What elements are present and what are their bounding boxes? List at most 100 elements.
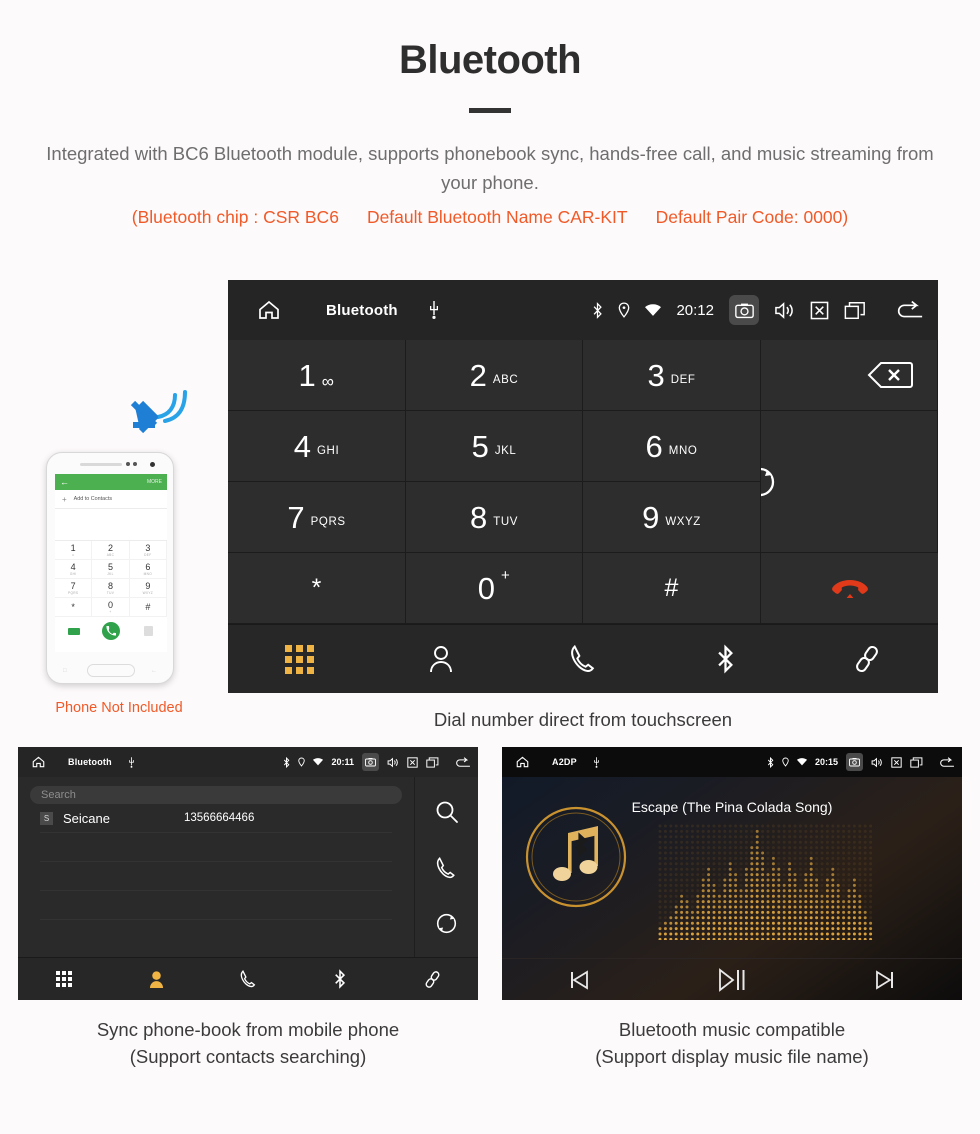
key-9[interactable]: 9 WXYZ — [583, 482, 761, 553]
key-letters: PQRS — [310, 516, 346, 528]
previous-button[interactable] — [502, 968, 655, 992]
spec-chip: (Bluetooth chip : CSR BC6 — [131, 207, 339, 227]
nav-link[interactable] — [386, 958, 478, 1000]
key-1[interactable]: 1 ∞ — [228, 340, 406, 411]
nav-dialpad[interactable] — [18, 958, 110, 1000]
phonebook-caption: Sync phone-book from mobile phone (Suppo… — [18, 1016, 478, 1070]
recents-icon[interactable] — [910, 756, 923, 768]
back-icon[interactable] — [938, 756, 955, 768]
back-icon[interactable] — [894, 300, 924, 320]
phone-camera-icon — [150, 462, 155, 467]
key-6[interactable]: 6 MNO — [583, 411, 761, 482]
phone-mockup: ← MORE + Add to Contacts 1 ∞ 2 ABC 3 DEF 4 GHI 5… — [46, 452, 174, 684]
location-icon — [298, 757, 306, 767]
nav-call-log[interactable] — [512, 625, 654, 693]
phone-key: 5 JKL — [92, 560, 130, 579]
key-number: 2 — [469, 357, 487, 393]
home-icon[interactable] — [256, 298, 282, 322]
table-row[interactable]: S Seicane 13566664466 — [40, 804, 392, 833]
recents-icon[interactable] — [426, 756, 439, 768]
phone-screen: ← MORE + Add to Contacts 1 ∞ 2 ABC 3 DEF 4 GHI 5… — [55, 474, 167, 652]
nav-contacts[interactable] — [370, 625, 512, 693]
key-number: 6 — [645, 428, 663, 464]
key-number: 9 — [642, 499, 660, 535]
phone-key: 2 ABC — [92, 541, 130, 560]
audio-visualizer — [657, 822, 877, 940]
hangup-button[interactable] — [761, 553, 938, 624]
dialer-keypad: 1 ∞ 2 ABC 3 DEF 4 GHI 5 JKL 6 MNO 7 PQRS 8 TUV 9 WXYZ * 0 + # — [228, 340, 938, 624]
clock-time: 20:12 — [676, 301, 714, 319]
bluetooth-icon — [283, 756, 290, 768]
phone-key: 7 PQRS — [55, 579, 93, 598]
music-title: A2DP — [552, 757, 577, 767]
contact-number: 13566664466 — [183, 812, 255, 824]
nav-dialpad[interactable] — [228, 625, 370, 693]
usb-icon — [128, 756, 135, 768]
phone-key: 8 TUV — [92, 579, 130, 598]
home-icon[interactable] — [31, 755, 46, 769]
contact-list: Search S Seicane 13566664466 — [18, 777, 415, 957]
call-log-icon — [240, 970, 257, 988]
music-screen: A2DP 20:15 Escape (The Pina Colada Song) — [502, 747, 962, 1000]
phone-add-contact-row: + Add to Contacts — [55, 490, 167, 509]
volume-icon[interactable] — [774, 301, 795, 320]
key-8[interactable]: 8 TUV — [406, 482, 583, 553]
camera-icon[interactable] — [729, 295, 759, 325]
contacts-icon — [148, 970, 165, 989]
volume-icon[interactable] — [871, 757, 883, 768]
key-7[interactable]: 7 PQRS — [228, 482, 406, 553]
search-input[interactable]: Search — [30, 786, 402, 804]
search-icon[interactable] — [435, 800, 459, 824]
phonebook-side-actions — [415, 777, 478, 957]
location-icon — [618, 302, 630, 318]
key-3[interactable]: 3 DEF — [583, 340, 761, 411]
home-icon[interactable] — [515, 755, 530, 769]
contacts-icon — [428, 645, 454, 673]
key-letters: JKL — [494, 445, 517, 457]
camera-icon[interactable] — [846, 753, 863, 771]
music-statusbar: A2DP 20:15 — [502, 747, 962, 777]
recents-icon[interactable] — [844, 301, 866, 320]
close-icon[interactable] — [891, 756, 902, 768]
usb-icon — [428, 301, 440, 319]
close-icon[interactable] — [810, 301, 829, 320]
volume-icon[interactable] — [387, 757, 399, 768]
next-button[interactable] — [809, 968, 962, 992]
close-icon[interactable] — [407, 756, 418, 768]
location-icon — [782, 757, 789, 767]
key-star[interactable]: * — [228, 553, 406, 624]
key-2[interactable]: 2 ABC — [406, 340, 583, 411]
sync-icon[interactable] — [435, 912, 458, 935]
dialer-screen: Bluetooth 20:12 1 ∞ 2 ABC 3 DEF 4 GHI 5 … — [228, 280, 938, 693]
dialer-caption: Dial number direct from touchscreen — [433, 709, 733, 730]
phonebook-screen: Bluetooth 20:11 Search S Seicane 1356666… — [18, 747, 478, 1000]
nav-contacts[interactable] — [110, 958, 202, 1000]
phone-key: # — [129, 598, 167, 617]
phone-add-contact-label: Add to Contacts — [73, 496, 113, 502]
phonebook-caption-line2: (Support contacts searching) — [129, 1046, 367, 1067]
nav-bluetooth[interactable] — [294, 958, 386, 1000]
key-4[interactable]: 4 GHI — [228, 411, 406, 482]
nav-bluetooth[interactable] — [654, 625, 796, 693]
phone-key: 1 ∞ — [55, 541, 93, 560]
page-description: Integrated with BC6 Bluetooth module, su… — [46, 143, 934, 193]
music-body: Escape (The Pina Colada Song) — [502, 777, 962, 958]
list-item — [40, 891, 392, 920]
camera-icon[interactable] — [362, 753, 379, 771]
phone-home-button — [87, 664, 135, 677]
key-letters: + — [500, 567, 511, 584]
key-0[interactable]: 0 + — [406, 553, 583, 624]
phone-nav-recents-icon: □ — [63, 668, 67, 674]
key-5[interactable]: 5 JKL — [406, 411, 583, 482]
nav-link[interactable] — [796, 625, 938, 693]
key-hash[interactable]: # — [583, 553, 761, 624]
call-icon[interactable] — [436, 856, 457, 879]
play-pause-button[interactable] — [655, 967, 808, 993]
bluetooth-icon — [716, 644, 735, 674]
nav-call-log[interactable] — [202, 958, 294, 1000]
phone-call-button — [101, 622, 120, 640]
back-icon[interactable] — [454, 756, 471, 768]
wifi-icon — [796, 758, 807, 766]
phone-key: * — [55, 598, 93, 617]
list-item — [40, 862, 392, 891]
